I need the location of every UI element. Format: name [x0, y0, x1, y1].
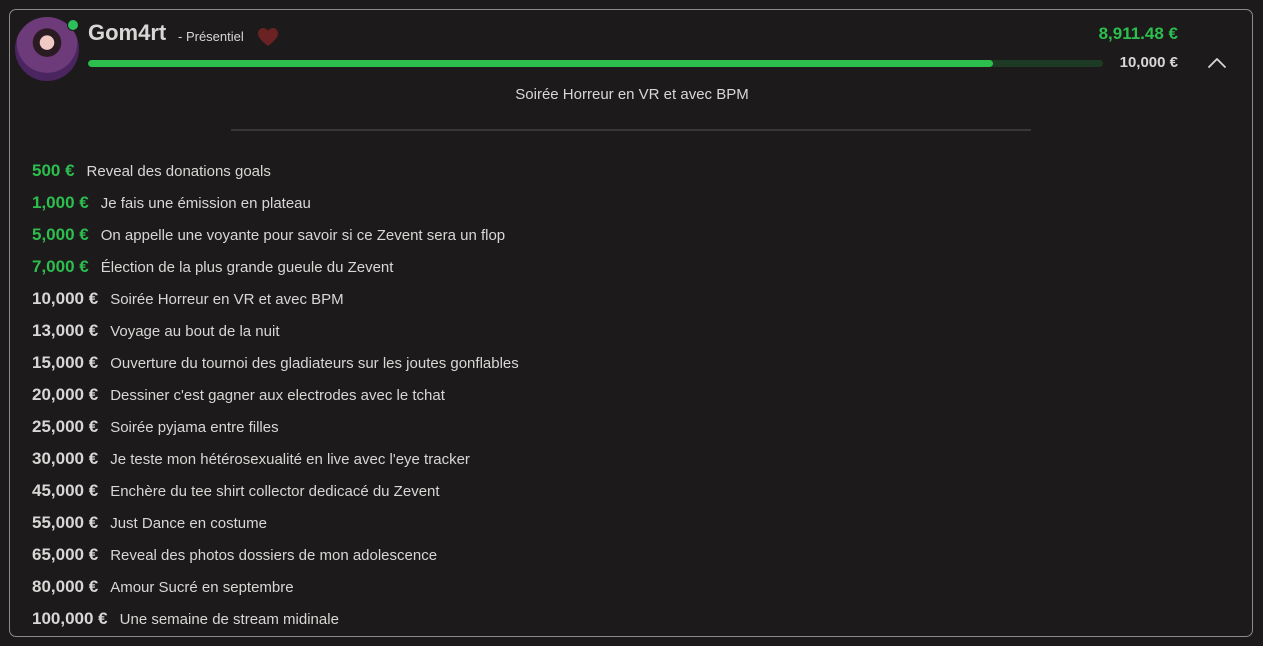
goal-row: 20,000 € Dessiner c'est gagner aux electr…: [32, 379, 519, 411]
goal-label: Je teste mon hétérosexualité en live ave…: [110, 450, 470, 468]
goal-label: Voyage au bout de la nuit: [110, 322, 280, 340]
goal-row: 45,000 € Enchère du tee shirt collector d…: [32, 475, 519, 507]
goal-amount: 10,000 €: [32, 289, 99, 308]
goal-amount: 20,000 €: [32, 385, 99, 404]
goal-row: 100,000 € Une semaine de stream midinale: [32, 603, 519, 635]
online-status-dot: [67, 19, 79, 31]
goal-row: 7,000 € Élection de la plus grande gueule…: [32, 251, 519, 283]
goal-row: 5,000 € On appelle une voyante pour savoi…: [32, 219, 519, 251]
goal-label: Élection de la plus grande gueule du Zev…: [100, 258, 394, 276]
heart-icon: [258, 28, 278, 46]
goal-label: Je fais une émission en plateau: [100, 194, 311, 212]
goal-row: 500 € Reveal des donations goals: [32, 155, 519, 187]
goal-label: Just Dance en costume: [110, 514, 267, 532]
goal-amount: 100,000 €: [32, 609, 108, 628]
goal-amount: 1,000 €: [32, 193, 89, 212]
goal-label: Soirée pyjama entre filles: [110, 418, 279, 436]
goal-label: Amour Sucré en septembre: [110, 578, 294, 596]
donation-progress-fill: [88, 60, 993, 67]
goal-label: Dessiner c'est gagner aux electrodes ave…: [110, 386, 445, 404]
goal-row: 25,000 € Soirée pyjama entre filles: [32, 411, 519, 443]
goal-amount: 13,000 €: [32, 321, 99, 340]
goal-row: 15,000 € Ouverture du tournoi des gladiat…: [32, 347, 519, 379]
chevron-up-icon[interactable]: [1206, 53, 1228, 71]
donation-goal-amount: 10,000 €: [1119, 54, 1178, 71]
goal-amount: 55,000 €: [32, 513, 99, 532]
goal-amount: 5,000 €: [32, 225, 89, 244]
divider: [231, 129, 1031, 131]
goal-label: Enchère du tee shirt collector dedicacé …: [110, 482, 440, 500]
goal-row: 65,000 € Reveal des photos dossiers de mo…: [32, 539, 519, 571]
streamer-name[interactable]: Gom4rt: [88, 20, 166, 46]
goal-amount: 7,000 €: [32, 257, 89, 276]
goal-row: 55,000 € Just Dance en costume: [32, 507, 519, 539]
goal-label: Soirée Horreur en VR et avec BPM: [110, 290, 344, 308]
participation-mode: - Présentiel: [178, 29, 244, 44]
current-goal-title: Soirée Horreur en VR et avec BPM: [515, 86, 749, 103]
avatar-container: [15, 17, 79, 81]
goal-amount: 15,000 €: [32, 353, 99, 372]
goal-amount: 45,000 €: [32, 481, 99, 500]
goal-amount: 30,000 €: [32, 449, 99, 468]
donation-goals-list: 500 € Reveal des donations goals 1,000 € Je…: [32, 155, 519, 635]
goal-amount: 65,000 €: [32, 545, 99, 564]
donation-progress-bar: [88, 60, 1103, 67]
goal-row: 80,000 € Amour Sucré en septembre: [32, 571, 519, 603]
goal-label: Une semaine de stream midinale: [119, 610, 339, 628]
goal-amount: 25,000 €: [32, 417, 99, 436]
goal-amount: 80,000 €: [32, 577, 99, 596]
goal-row: 13,000 € Voyage au bout de la nuit: [32, 315, 519, 347]
goal-row: 1,000 € Je fais une émission en plateau: [32, 187, 519, 219]
goal-label: Reveal des photos dossiers de mon adoles…: [110, 546, 438, 564]
goal-label: Reveal des donations goals: [86, 162, 271, 180]
goal-label: Ouverture du tournoi des gladiateurs sur…: [110, 354, 519, 372]
goal-row: 10,000 € Soirée Horreur en VR et avec BPM: [32, 283, 519, 315]
streamer-card: Gom4rt - Présentiel 8,911.48 € 10,000 € …: [9, 9, 1253, 637]
goal-label: On appelle une voyante pour savoir si ce…: [100, 226, 506, 244]
goal-row: 30,000 € Je teste mon hétérosexualité en …: [32, 443, 519, 475]
amount-raised: 8,911.48 €: [1098, 24, 1178, 43]
goal-amount: 500 €: [32, 161, 75, 180]
